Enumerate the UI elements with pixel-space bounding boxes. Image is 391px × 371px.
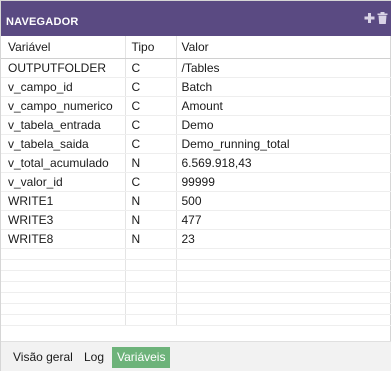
column-header-type[interactable]: Tipo	[125, 36, 177, 59]
variable-name-cell: v_tabela_entrada	[1, 115, 126, 135]
header-actions	[364, 12, 388, 24]
variable-type-cell: N	[125, 191, 177, 211]
variable-name-cell: WRITE8	[1, 229, 126, 249]
variable-name-cell: WRITE3	[1, 210, 126, 230]
empty-cell	[125, 281, 177, 293]
empty-cell	[125, 303, 177, 315]
variable-type-cell: C	[125, 134, 177, 154]
table-row[interactable]: v_tabela_entrada C Demo	[1, 115, 391, 135]
variable-type-cell: N	[125, 210, 177, 230]
variable-type-cell: C	[125, 115, 177, 135]
table-row[interactable]: OUTPUTFOLDER C/Tables	[1, 58, 391, 78]
empty-cell	[1, 281, 126, 293]
variable-name-cell: v_campo_id	[1, 77, 126, 97]
variable-type-cell: N	[125, 153, 177, 173]
variable-value-cell: Batch	[176, 77, 391, 97]
variable-value-cell: Demo_running_total	[176, 134, 391, 154]
tab-log[interactable]: Log	[79, 347, 109, 368]
variable-value-cell: 23	[176, 229, 391, 249]
variable-value-cell: 6.569.918,43	[176, 153, 391, 173]
variable-value-cell: Demo	[176, 115, 391, 135]
empty-cell	[125, 259, 177, 271]
empty-cell	[1, 270, 126, 282]
variable-value-cell: 500	[176, 191, 391, 211]
variable-name-cell: v_total_acumulado	[1, 153, 126, 173]
empty-cell	[125, 270, 177, 282]
variable-value-cell: 99999	[176, 172, 391, 192]
variable-type-cell: C	[125, 58, 177, 78]
empty-row	[1, 281, 391, 293]
empty-row	[1, 248, 391, 260]
empty-cell	[176, 292, 391, 304]
trash-icon[interactable]	[377, 12, 388, 24]
empty-row	[1, 270, 391, 282]
table-row[interactable]: WRITE3 N 477	[1, 210, 391, 230]
table-row[interactable]: v_tabela_saida C Demo_running_total	[1, 134, 391, 154]
variables-table: Variável Tipo Valor OUTPUTFOLDER C/Tables…	[1, 36, 391, 326]
tab-variables[interactable]: Variáveis	[112, 347, 171, 368]
variable-value-cell: 477	[176, 210, 391, 230]
table-header-row: Variável Tipo Valor	[1, 36, 391, 59]
empty-cell	[176, 281, 391, 293]
empty-row	[1, 314, 391, 326]
empty-row	[1, 292, 391, 304]
empty-cell	[125, 292, 177, 304]
variable-name-cell: v_tabela_saida	[1, 134, 126, 154]
empty-cell	[1, 292, 126, 304]
empty-cell	[176, 248, 391, 260]
table-row[interactable]: v_total_acumulado N 6.569.918,43	[1, 153, 391, 173]
panel-title: NAVEGADOR	[6, 16, 79, 28]
table-row[interactable]: v_valor_id C 99999	[1, 172, 391, 192]
empty-cell	[125, 314, 177, 326]
empty-cell	[1, 248, 126, 260]
empty-cell	[176, 270, 391, 282]
tab-overview[interactable]: Visão geral	[8, 347, 78, 368]
empty-cell	[176, 314, 391, 326]
variable-type-cell: C	[125, 172, 177, 192]
empty-cell	[1, 303, 126, 315]
column-header-variable[interactable]: Variável	[1, 36, 126, 59]
variable-name-cell: WRITE1	[1, 191, 126, 211]
bottom-tab-bar: Visão geral Log Variáveis	[1, 341, 391, 371]
empty-row	[1, 259, 391, 271]
variable-value-cell: Amount	[176, 96, 391, 116]
empty-cell	[176, 303, 391, 315]
panel-header: NAVEGADOR	[1, 1, 391, 36]
add-icon[interactable]	[364, 12, 375, 24]
variable-name-cell: v_valor_id	[1, 172, 126, 192]
table-row[interactable]: v_campo_id C Batch	[1, 77, 391, 97]
table-row[interactable]: v_campo_numerico C Amount	[1, 96, 391, 116]
variable-value-cell: /Tables	[176, 58, 391, 78]
empty-cell	[176, 259, 391, 271]
empty-cell	[125, 248, 177, 260]
empty-row	[1, 303, 391, 315]
variable-type-cell: N	[125, 229, 177, 249]
variable-type-cell: C	[125, 96, 177, 116]
table-row[interactable]: WRITE8 N 23	[1, 229, 391, 249]
column-header-value[interactable]: Valor	[176, 36, 391, 59]
variable-name-cell: v_campo_numerico	[1, 96, 126, 116]
table-row[interactable]: WRITE1 N 500	[1, 191, 391, 211]
empty-cell	[1, 259, 126, 271]
variable-name-cell: OUTPUTFOLDER	[1, 58, 126, 78]
navigator-panel: NAVEGADOR Variável Tipo Valor OUTPUTFOLD…	[0, 0, 391, 371]
empty-cell	[1, 314, 126, 326]
variable-type-cell: C	[125, 77, 177, 97]
